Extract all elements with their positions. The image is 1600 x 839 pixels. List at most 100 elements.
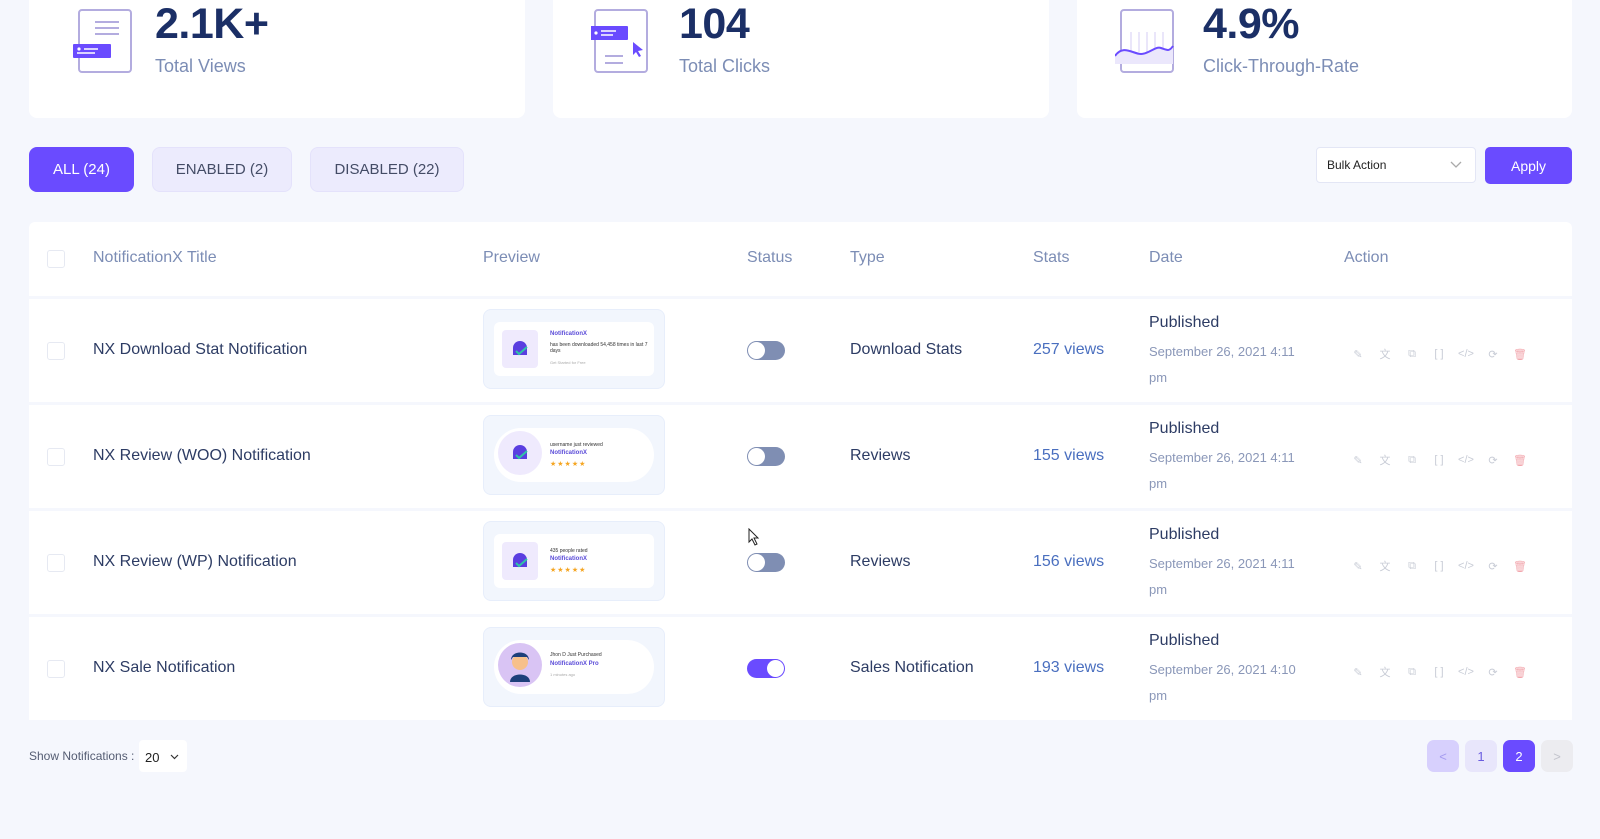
regenerate-icon[interactable]: ⟳ bbox=[1486, 665, 1500, 679]
header-status: Status bbox=[747, 249, 793, 266]
stat-label: Total Views bbox=[155, 56, 246, 76]
bulk-action-select[interactable]: Bulk Action bbox=[1316, 147, 1476, 183]
notification-preview[interactable]: Jhon D Just Purchased NotificationX Pro … bbox=[483, 627, 665, 707]
preview-line-1: 435 people rated bbox=[550, 548, 588, 554]
notification-type: Reviews bbox=[850, 447, 911, 464]
status-toggle[interactable] bbox=[747, 447, 785, 466]
header-type: Type bbox=[850, 249, 885, 266]
apply-button[interactable]: Apply bbox=[1485, 147, 1572, 184]
notification-preview[interactable]: username just reviewed NotificationX ★★★… bbox=[483, 415, 665, 495]
chevron-down-icon bbox=[1450, 161, 1462, 168]
status-toggle[interactable] bbox=[747, 341, 785, 360]
delete-icon[interactable]: 🗑 bbox=[1513, 559, 1527, 573]
preview-line-2: NotificationX bbox=[550, 450, 587, 456]
edit-icon[interactable]: ✎ bbox=[1351, 559, 1365, 573]
translate-icon[interactable]: 文 bbox=[1378, 665, 1392, 679]
edit-icon[interactable]: ✎ bbox=[1351, 453, 1365, 467]
header-date: Date bbox=[1149, 249, 1183, 266]
preview-line-3: 1 minutes ago bbox=[550, 672, 576, 677]
embed-code-icon[interactable]: </> bbox=[1458, 665, 1474, 679]
edit-icon[interactable]: ✎ bbox=[1351, 347, 1365, 361]
regenerate-icon[interactable]: ⟳ bbox=[1486, 453, 1500, 467]
per-page-select[interactable]: 20 bbox=[139, 740, 187, 772]
tab-all[interactable]: ALL (24) bbox=[29, 147, 134, 192]
row-checkbox[interactable] bbox=[47, 554, 65, 572]
row-checkbox[interactable] bbox=[47, 660, 65, 678]
show-notifications-label: Show Notifications : bbox=[29, 749, 135, 763]
stat-value: 2.1K+ bbox=[155, 0, 269, 48]
preview-line-1: NotificationX bbox=[550, 331, 587, 337]
notification-title[interactable]: NX Review (WOO) Notification bbox=[93, 447, 311, 465]
delete-icon[interactable]: 🗑 bbox=[1513, 665, 1527, 679]
notification-stats-link[interactable]: 193 views bbox=[1033, 659, 1104, 677]
header-stats: Stats bbox=[1033, 249, 1070, 266]
regenerate-icon[interactable]: ⟳ bbox=[1486, 347, 1500, 361]
bell-icon bbox=[502, 330, 538, 368]
duplicate-icon[interactable]: ⧉ bbox=[1405, 559, 1419, 573]
publish-status: Published bbox=[1149, 314, 1220, 331]
row-actions: ✎ 文 ⧉ [ ] </> ⟳ 🗑 bbox=[1351, 347, 1527, 362]
translate-icon[interactable]: 文 bbox=[1378, 347, 1392, 361]
shortcode-icon[interactable]: [ ] bbox=[1432, 665, 1446, 679]
shortcode-icon[interactable]: [ ] bbox=[1432, 453, 1446, 467]
pagination-next[interactable]: > bbox=[1541, 740, 1573, 772]
publish-date: September 26, 2021 4:11 pm bbox=[1149, 556, 1295, 597]
embed-code-icon[interactable]: </> bbox=[1458, 347, 1474, 361]
embed-code-icon[interactable]: </> bbox=[1458, 559, 1474, 573]
publish-status: Published bbox=[1149, 420, 1220, 437]
pagination-page-2[interactable]: 2 bbox=[1503, 740, 1535, 772]
translate-icon[interactable]: 文 bbox=[1378, 453, 1392, 467]
delete-icon[interactable]: 🗑 bbox=[1513, 347, 1527, 361]
publish-date: September 26, 2021 4:10 pm bbox=[1149, 662, 1296, 703]
table-row: NX Review (WP) Notification 435 people r… bbox=[29, 511, 1572, 614]
translate-icon[interactable]: 文 bbox=[1378, 559, 1392, 573]
row-actions: ✎ 文 ⧉ [ ] </> ⟳ 🗑 bbox=[1351, 559, 1527, 574]
notification-preview[interactable]: NotificationX has been downloaded 54,458… bbox=[483, 309, 665, 389]
row-checkbox[interactable] bbox=[47, 342, 65, 360]
select-all-checkbox[interactable] bbox=[47, 250, 65, 268]
mouse-cursor-icon bbox=[748, 528, 760, 546]
delete-icon[interactable]: 🗑 bbox=[1513, 453, 1527, 467]
stat-card-total-clicks: 104 Total Clicks bbox=[553, 0, 1049, 118]
status-toggle[interactable] bbox=[747, 553, 785, 572]
tab-enabled[interactable]: ENABLED (2) bbox=[152, 147, 292, 192]
notification-stats-link[interactable]: 257 views bbox=[1033, 341, 1104, 359]
stat-label: Total Clicks bbox=[679, 56, 771, 76]
embed-code-icon[interactable]: </> bbox=[1458, 453, 1474, 467]
table-row: NX Download Stat Notification Notificati… bbox=[29, 299, 1572, 402]
row-actions: ✎ 文 ⧉ [ ] </> ⟳ 🗑 bbox=[1351, 665, 1527, 680]
notification-title[interactable]: NX Sale Notification bbox=[93, 659, 235, 677]
notification-title[interactable]: NX Download Stat Notification bbox=[93, 341, 307, 359]
notification-title[interactable]: NX Review (WP) Notification bbox=[93, 553, 297, 571]
edit-icon[interactable]: ✎ bbox=[1351, 665, 1365, 679]
stat-value: 104 bbox=[679, 0, 750, 48]
notification-stats-link[interactable]: 155 views bbox=[1033, 447, 1104, 465]
stat-card-total-views: 2.1K+ Total Views bbox=[29, 0, 525, 118]
duplicate-icon[interactable]: ⧉ bbox=[1405, 453, 1419, 467]
stat-value: 4.9% bbox=[1203, 0, 1300, 48]
duplicate-icon[interactable]: ⧉ bbox=[1405, 665, 1419, 679]
views-document-icon bbox=[73, 9, 132, 73]
status-toggle[interactable] bbox=[747, 659, 785, 678]
rating-stars: ★★★★★ bbox=[550, 461, 587, 468]
pagination-page-1[interactable]: 1 bbox=[1465, 740, 1497, 772]
notification-preview[interactable]: 435 people rated NotificationX ★★★★★ bbox=[483, 521, 665, 601]
regenerate-icon[interactable]: ⟳ bbox=[1486, 559, 1500, 573]
tab-disabled[interactable]: DISABLED (22) bbox=[310, 147, 464, 192]
notification-type: Download Stats bbox=[850, 341, 963, 358]
bulk-action-value: Bulk Action bbox=[1327, 158, 1387, 172]
duplicate-icon[interactable]: ⧉ bbox=[1405, 347, 1419, 361]
table-row: NX Sale Notification Jhon D Just Purchas… bbox=[29, 617, 1572, 720]
pagination-prev[interactable]: < bbox=[1427, 740, 1459, 772]
row-checkbox[interactable] bbox=[47, 448, 65, 466]
table-header: NotificationX Title Preview Status Type … bbox=[29, 222, 1572, 296]
bell-icon bbox=[498, 431, 542, 475]
shortcode-icon[interactable]: [ ] bbox=[1432, 347, 1446, 361]
header-action: Action bbox=[1344, 249, 1389, 266]
notification-type: Reviews bbox=[850, 553, 911, 570]
shortcode-icon[interactable]: [ ] bbox=[1432, 559, 1446, 573]
publish-date: September 26, 2021 4:11 pm bbox=[1149, 450, 1295, 491]
preview-line-2: NotificationX bbox=[550, 556, 587, 562]
publish-status: Published bbox=[1149, 526, 1220, 543]
notification-stats-link[interactable]: 156 views bbox=[1033, 553, 1104, 571]
